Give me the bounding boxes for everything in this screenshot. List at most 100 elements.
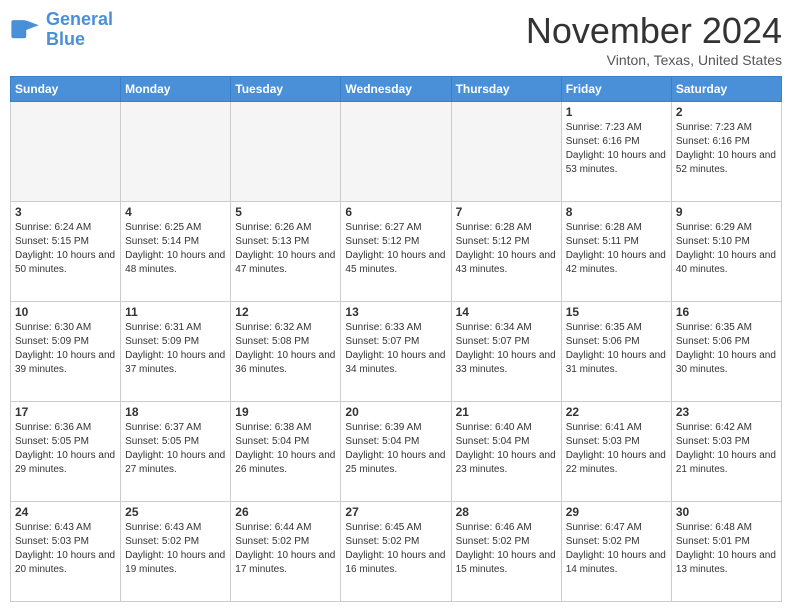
day-cell: 4 Sunrise: 6:25 AM Sunset: 5:14 PM Daylig… xyxy=(121,202,231,302)
day-number: 26 xyxy=(235,505,336,519)
day-number: 8 xyxy=(566,205,667,219)
day-cell: 9Sunrise: 6:29 AM Sunset: 5:10 PM Daylig… xyxy=(671,202,781,302)
day-info: Sunrise: 6:41 AM Sunset: 5:03 PM Dayligh… xyxy=(566,421,667,477)
day-info: Sunrise: 6:47 AM Sunset: 5:02 PM Dayligh… xyxy=(566,521,667,577)
col-header-friday: Friday xyxy=(561,77,671,102)
day-cell xyxy=(231,102,341,202)
day-cell: 28 Sunrise: 6:46 AM Sunset: 5:02 PM Dayli… xyxy=(451,502,561,602)
title-block: November 2024 Vinton, Texas, United Stat… xyxy=(526,10,782,68)
day-number: 14 xyxy=(456,305,557,319)
day-number: 11 xyxy=(125,305,226,319)
day-info: Sunrise: 6:25 AM Sunset: 5:14 PM Dayligh… xyxy=(125,221,226,277)
day-info: Sunrise: 6:34 AM Sunset: 5:07 PM Dayligh… xyxy=(456,321,557,377)
day-info: Sunrise: 6:31 AM Sunset: 5:09 PM Dayligh… xyxy=(125,321,226,377)
day-cell: 20Sunrise: 6:39 AM Sunset: 5:04 PM Dayli… xyxy=(341,402,451,502)
page: General Blue November 2024 Vinton, Texas… xyxy=(0,0,792,612)
day-number: 17 xyxy=(15,405,116,419)
day-info: Sunrise: 7:23 AM Sunset: 6:16 PM Dayligh… xyxy=(676,121,777,177)
day-info: Sunrise: 6:45 AM Sunset: 5:02 PM Dayligh… xyxy=(345,521,446,577)
logo-general: General xyxy=(46,9,113,29)
day-info: Sunrise: 6:26 AM Sunset: 5:13 PM Dayligh… xyxy=(235,221,336,277)
day-info: Sunrise: 6:38 AM Sunset: 5:04 PM Dayligh… xyxy=(235,421,336,477)
day-cell: 21Sunrise: 6:40 AM Sunset: 5:04 PM Dayli… xyxy=(451,402,561,502)
week-row-1: 3 Sunrise: 6:24 AM Sunset: 5:15 PM Daylig… xyxy=(11,202,782,302)
day-number: 29 xyxy=(566,505,667,519)
day-info: Sunrise: 6:37 AM Sunset: 5:05 PM Dayligh… xyxy=(125,421,226,477)
day-number: 30 xyxy=(676,505,777,519)
week-row-2: 10Sunrise: 6:30 AM Sunset: 5:09 PM Dayli… xyxy=(11,302,782,402)
day-number: 24 xyxy=(15,505,116,519)
day-cell: 6Sunrise: 6:27 AM Sunset: 5:12 PM Daylig… xyxy=(341,202,451,302)
day-number: 23 xyxy=(676,405,777,419)
calendar-table: SundayMondayTuesdayWednesdayThursdayFrid… xyxy=(10,76,782,602)
day-cell: 26 Sunrise: 6:44 AM Sunset: 5:02 PM Dayli… xyxy=(231,502,341,602)
day-cell: 1Sunrise: 7:23 AM Sunset: 6:16 PM Daylig… xyxy=(561,102,671,202)
day-info: Sunrise: 6:46 AM Sunset: 5:02 PM Dayligh… xyxy=(456,521,557,577)
day-number: 5 xyxy=(235,205,336,219)
day-cell: 13 Sunrise: 6:33 AM Sunset: 5:07 PM Dayli… xyxy=(341,302,451,402)
day-info: Sunrise: 6:29 AM Sunset: 5:10 PM Dayligh… xyxy=(676,221,777,277)
day-cell: 17 Sunrise: 6:36 AM Sunset: 5:05 PM Dayli… xyxy=(11,402,121,502)
week-row-4: 24 Sunrise: 6:43 AM Sunset: 5:03 PM Dayli… xyxy=(11,502,782,602)
logo-blue: Blue xyxy=(46,29,85,49)
day-cell: 29 Sunrise: 6:47 AM Sunset: 5:02 PM Dayli… xyxy=(561,502,671,602)
day-number: 20 xyxy=(345,405,446,419)
day-number: 2 xyxy=(676,105,777,119)
logo-text: General Blue xyxy=(46,10,113,50)
week-row-3: 17 Sunrise: 6:36 AM Sunset: 5:05 PM Dayli… xyxy=(11,402,782,502)
day-number: 12 xyxy=(235,305,336,319)
day-info: Sunrise: 6:33 AM Sunset: 5:07 PM Dayligh… xyxy=(345,321,446,377)
location: Vinton, Texas, United States xyxy=(526,52,782,68)
day-number: 22 xyxy=(566,405,667,419)
week-row-0: 1 Sunrise: 7:23 AM Sunset: 6:16 PM Daylig… xyxy=(11,102,782,202)
day-number: 3 xyxy=(15,205,116,219)
day-cell: 19Sunrise: 6:38 AM Sunset: 5:04 PM Dayli… xyxy=(231,402,341,502)
logo-icon xyxy=(10,14,42,46)
day-info: Sunrise: 6:44 AM Sunset: 5:02 PM Dayligh… xyxy=(235,521,336,577)
col-header-wednesday: Wednesday xyxy=(341,77,451,102)
day-info: Sunrise: 6:28 AM Sunset: 5:11 PM Dayligh… xyxy=(566,221,667,277)
day-number: 28 xyxy=(456,505,557,519)
day-cell: 5 Sunrise: 6:26 AM Sunset: 5:13 PM Daylig… xyxy=(231,202,341,302)
day-number: 18 xyxy=(125,405,226,419)
day-info: Sunrise: 6:35 AM Sunset: 5:06 PM Dayligh… xyxy=(566,321,667,377)
day-info: Sunrise: 6:28 AM Sunset: 5:12 PM Dayligh… xyxy=(456,221,557,277)
day-cell: 3 Sunrise: 6:24 AM Sunset: 5:15 PM Daylig… xyxy=(11,202,121,302)
day-cell: 12 Sunrise: 6:32 AM Sunset: 5:08 PM Dayli… xyxy=(231,302,341,402)
header: General Blue November 2024 Vinton, Texas… xyxy=(10,10,782,68)
day-cell: 14 Sunrise: 6:34 AM Sunset: 5:07 PM Dayli… xyxy=(451,302,561,402)
day-info: Sunrise: 6:36 AM Sunset: 5:05 PM Dayligh… xyxy=(15,421,116,477)
day-cell: 15 Sunrise: 6:35 AM Sunset: 5:06 PM Dayli… xyxy=(561,302,671,402)
day-number: 7 xyxy=(456,205,557,219)
day-number: 1 xyxy=(566,105,667,119)
day-info: Sunrise: 6:32 AM Sunset: 5:08 PM Dayligh… xyxy=(235,321,336,377)
day-info: Sunrise: 6:30 AM Sunset: 5:09 PM Dayligh… xyxy=(15,321,116,377)
day-cell xyxy=(341,102,451,202)
day-cell: 11 Sunrise: 6:31 AM Sunset: 5:09 PM Dayli… xyxy=(121,302,231,402)
day-number: 6 xyxy=(345,205,446,219)
col-header-tuesday: Tuesday xyxy=(231,77,341,102)
day-cell: 18 Sunrise: 6:37 AM Sunset: 5:05 PM Dayli… xyxy=(121,402,231,502)
day-cell: 10Sunrise: 6:30 AM Sunset: 5:09 PM Dayli… xyxy=(11,302,121,402)
col-header-monday: Monday xyxy=(121,77,231,102)
col-header-sunday: Sunday xyxy=(11,77,121,102)
day-number: 21 xyxy=(456,405,557,419)
day-cell: 23Sunrise: 6:42 AM Sunset: 5:03 PM Dayli… xyxy=(671,402,781,502)
day-cell: 27Sunrise: 6:45 AM Sunset: 5:02 PM Dayli… xyxy=(341,502,451,602)
day-number: 15 xyxy=(566,305,667,319)
day-number: 4 xyxy=(125,205,226,219)
day-cell: 7 Sunrise: 6:28 AM Sunset: 5:12 PM Daylig… xyxy=(451,202,561,302)
day-cell: 16 Sunrise: 6:35 AM Sunset: 5:06 PM Dayli… xyxy=(671,302,781,402)
day-cell: 24 Sunrise: 6:43 AM Sunset: 5:03 PM Dayli… xyxy=(11,502,121,602)
day-number: 16 xyxy=(676,305,777,319)
day-info: Sunrise: 6:24 AM Sunset: 5:15 PM Dayligh… xyxy=(15,221,116,277)
day-cell: 2 Sunrise: 7:23 AM Sunset: 6:16 PM Daylig… xyxy=(671,102,781,202)
day-number: 13 xyxy=(345,305,446,319)
day-cell: 8 Sunrise: 6:28 AM Sunset: 5:11 PM Daylig… xyxy=(561,202,671,302)
day-info: Sunrise: 6:35 AM Sunset: 5:06 PM Dayligh… xyxy=(676,321,777,377)
calendar-header-row: SundayMondayTuesdayWednesdayThursdayFrid… xyxy=(11,77,782,102)
day-cell: 22 Sunrise: 6:41 AM Sunset: 5:03 PM Dayli… xyxy=(561,402,671,502)
day-info: Sunrise: 6:43 AM Sunset: 5:03 PM Dayligh… xyxy=(15,521,116,577)
col-header-thursday: Thursday xyxy=(451,77,561,102)
day-cell: 30Sunrise: 6:48 AM Sunset: 5:01 PM Dayli… xyxy=(671,502,781,602)
